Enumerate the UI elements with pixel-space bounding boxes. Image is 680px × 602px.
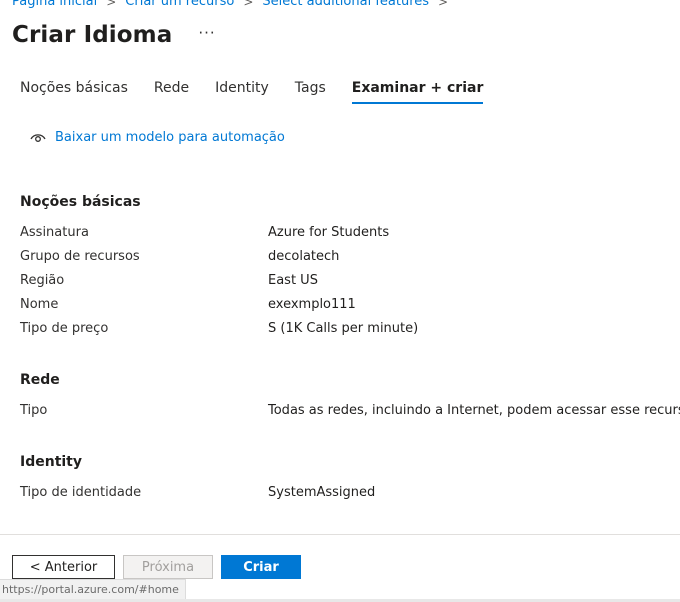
row-value-name: exexmplo111 (268, 297, 356, 312)
row-value-pricing-tier: S (1K Calls per minute) (268, 321, 419, 336)
chevron-right-icon: > (243, 0, 254, 9)
breadcrumb-select-features[interactable]: Select additional features (262, 0, 429, 9)
download-template-link[interactable]: Baixar um modelo para automação (30, 130, 285, 145)
breadcrumb-home[interactable]: Página inicial (12, 0, 97, 9)
row-value-network-type: Todas as redes, incluindo a Internet, po… (268, 403, 680, 418)
row-label-pricing-tier: Tipo de preço (20, 321, 109, 336)
tab-network[interactable]: Rede (154, 80, 189, 104)
section-title-basics: Noções básicas (20, 194, 141, 210)
title-row: Criar Idioma ··· (12, 22, 216, 48)
breadcrumb-create-resource[interactable]: Criar um recurso (125, 0, 234, 9)
status-bar-url: https://portal.azure.com/#home (0, 579, 186, 599)
chevron-right-icon: > (438, 0, 449, 9)
create-button[interactable]: Criar (221, 555, 301, 579)
row-label-name: Nome (20, 297, 59, 312)
tab-review-create[interactable]: Examinar + criar (351, 80, 484, 104)
download-template-label: Baixar um modelo para automação (55, 130, 285, 145)
eye-icon (30, 133, 46, 142)
row-label-region: Região (20, 273, 65, 288)
tab-identity[interactable]: Identity (215, 80, 269, 104)
tab-bar: Noções básicas Rede Identity Tags Examin… (20, 80, 509, 104)
next-button[interactable]: Próxima (123, 555, 213, 579)
breadcrumb: Página inicial > Criar um recurso > Sele… (12, 0, 457, 9)
page-title: Criar Idioma (12, 22, 173, 48)
footer-divider (0, 534, 680, 535)
section-title-identity: Identity (20, 454, 83, 470)
tab-tags[interactable]: Tags (295, 80, 326, 104)
more-options-button[interactable]: ··· (198, 24, 215, 42)
tab-basics[interactable]: Noções básicas (20, 80, 128, 104)
section-title-network: Rede (20, 372, 60, 388)
row-label-subscription: Assinatura (20, 225, 89, 240)
chevron-right-icon: > (106, 0, 117, 9)
row-value-region: East US (268, 273, 318, 288)
previous-button[interactable]: < Anterior (12, 555, 115, 579)
row-value-resource-group: decolatech (268, 249, 340, 264)
row-value-subscription: Azure for Students (268, 225, 390, 240)
row-label-resource-group: Grupo de recursos (20, 249, 140, 264)
row-label-identity-type: Tipo de identidade (20, 485, 142, 500)
row-label-network-type: Tipo (20, 403, 48, 418)
row-value-identity-type: SystemAssigned (268, 485, 376, 500)
